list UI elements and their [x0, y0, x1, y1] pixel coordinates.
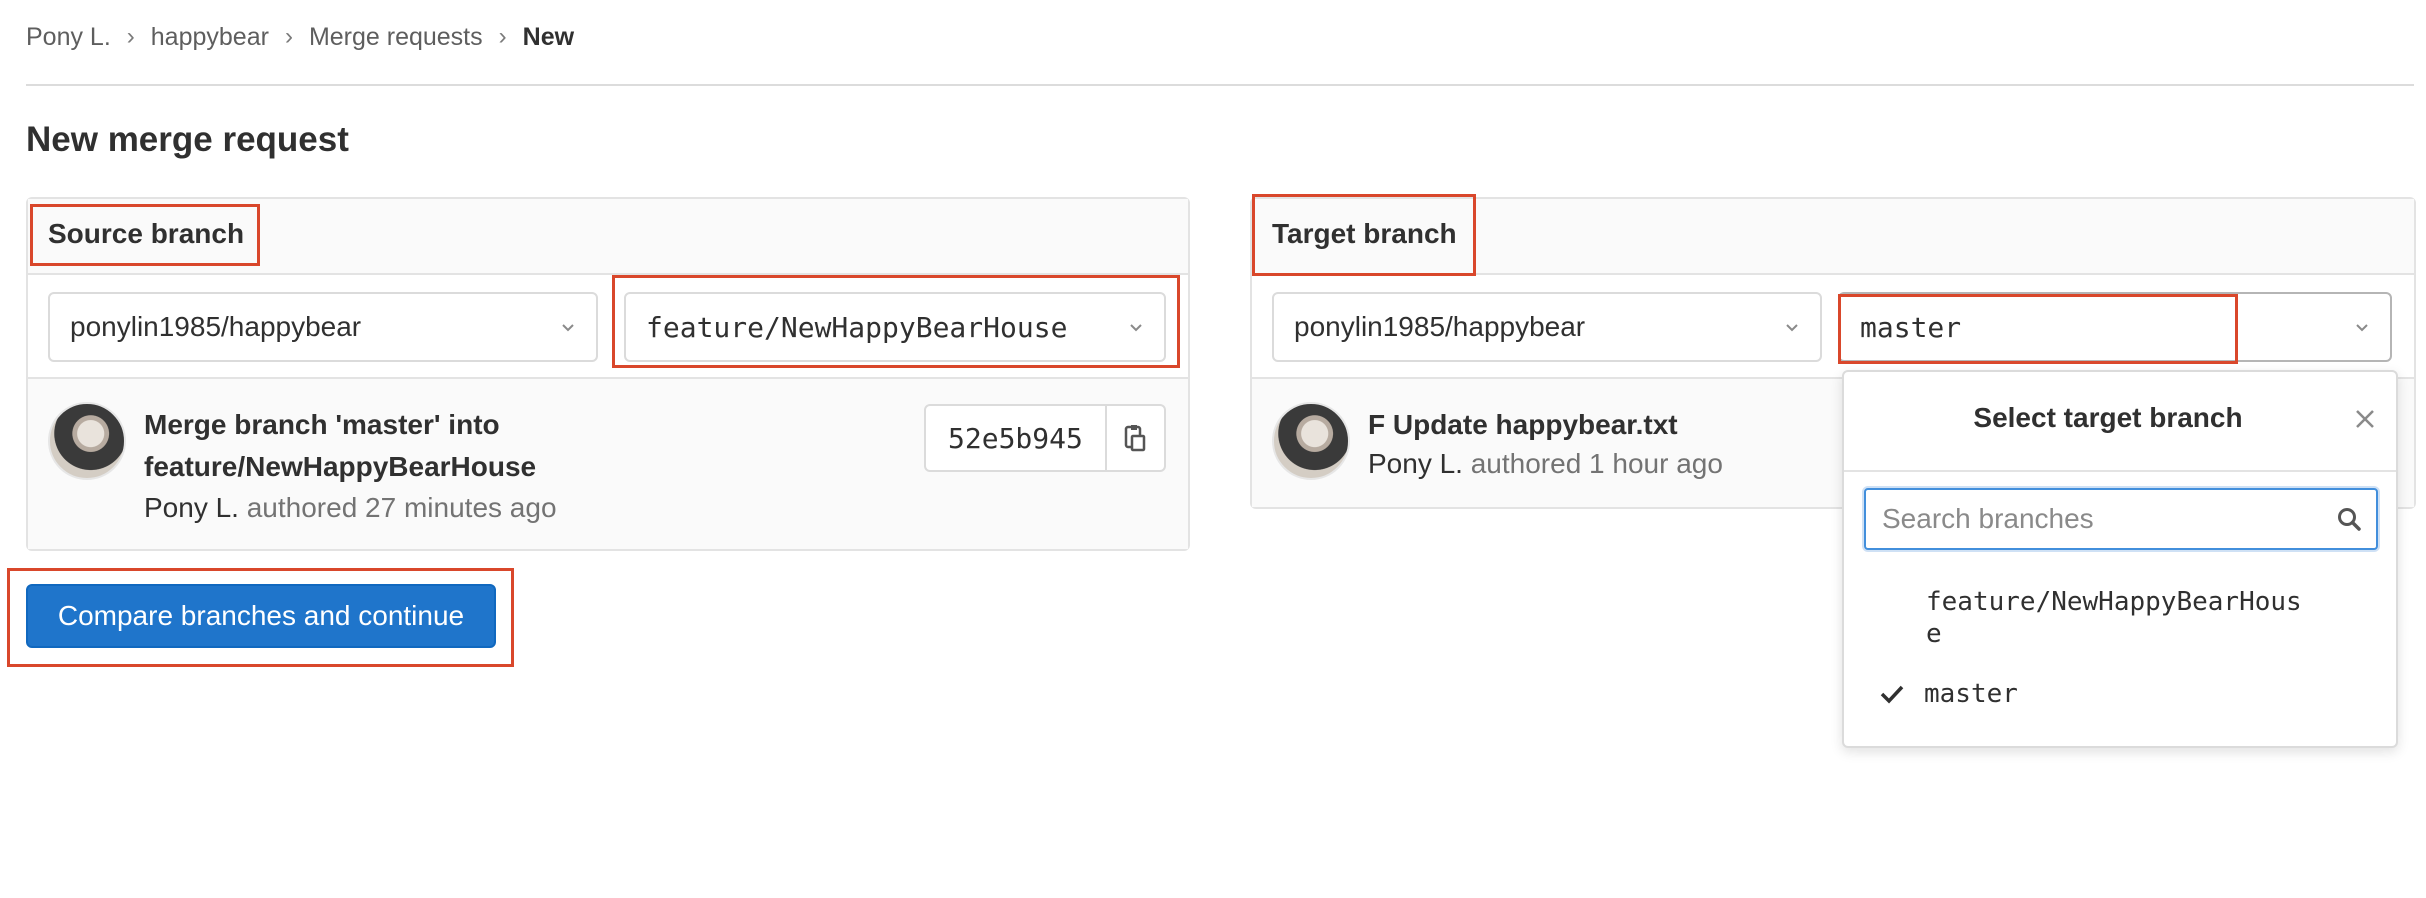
breadcrumb-current: New: [522, 22, 575, 51]
dropdown-divider: [1844, 470, 2396, 472]
chevron-down-icon: [2356, 324, 2368, 332]
source-commit-author[interactable]: Pony L.: [144, 492, 239, 523]
source-commit-title-line2: feature/NewHappyBearHouse: [144, 451, 537, 482]
page-title: New merge request: [26, 120, 349, 159]
dropdown-option-label: master: [1924, 679, 2018, 709]
copy-sha-button[interactable]: [1107, 406, 1164, 470]
header-divider: [26, 84, 2414, 86]
compare-button-highlight: [7, 568, 514, 667]
avatar: [1272, 402, 1350, 480]
commit-sha[interactable]: 52e5b945: [926, 406, 1107, 470]
target-branch-highlight: [1838, 294, 2238, 364]
dropdown-option-line: feature/NewHappyBearHous: [1926, 587, 2302, 617]
source-commit-meta: Pony L. authored 27 minutes ago: [144, 492, 557, 524]
source-commit-time: authored 27 minutes ago: [246, 492, 557, 523]
avatar: [48, 402, 126, 480]
branch-search-input[interactable]: [1880, 502, 2336, 536]
commit-sha-group: 52e5b945: [924, 404, 1166, 472]
source-commit-title[interactable]: Merge branch 'master' into feature/NewHa…: [144, 404, 844, 488]
breadcrumb-item-project[interactable]: happybear: [151, 23, 269, 52]
chevron-right-icon: ›: [498, 23, 507, 50]
chevron-down-icon: [1786, 324, 1798, 332]
target-commit-meta: Pony L. authored 1 hour ago: [1368, 448, 1723, 480]
dropdown-option-line: e: [1926, 619, 1942, 649]
copy-icon: [1125, 425, 1146, 452]
dropdown-title: Select target branch: [1973, 402, 2243, 433]
breadcrumb-item-user[interactable]: Pony L.: [26, 23, 111, 52]
close-icon: [2356, 410, 2374, 428]
target-branch-dropdown: Select target branch feature/NewHappyBea…: [1842, 370, 2398, 748]
search-icon: [2338, 508, 2361, 531]
target-project-select[interactable]: ponylin1985/happybear: [1272, 292, 1822, 362]
target-commit-time: authored 1 hour ago: [1470, 448, 1723, 479]
target-heading-highlight: [1252, 194, 1476, 276]
source-project-value: ponylin1985/happybear: [70, 311, 362, 342]
chevron-right-icon: ›: [126, 23, 135, 50]
breadcrumb-item-merge-requests[interactable]: Merge requests: [309, 23, 483, 52]
source-branch-highlight: [612, 275, 1180, 368]
dropdown-option-master[interactable]: master: [1866, 674, 2366, 714]
target-commit-title[interactable]: F Update happybear.txt: [1368, 404, 1678, 446]
dropdown-option-feature[interactable]: feature/NewHappyBearHous e: [1926, 586, 2366, 650]
source-commit-title-line1: Merge branch 'master' into: [144, 409, 500, 440]
close-dropdown-button[interactable]: [2348, 402, 2382, 436]
target-commit-author[interactable]: Pony L.: [1368, 448, 1463, 479]
chevron-right-icon: ›: [284, 23, 293, 50]
chevron-down-icon: [562, 324, 574, 332]
target-project-value: ponylin1985/happybear: [1294, 311, 1586, 342]
breadcrumb: Pony L. › happybear › Merge requests › N…: [26, 20, 574, 54]
source-project-select[interactable]: ponylin1985/happybear: [48, 292, 598, 362]
branch-search-field[interactable]: [1864, 488, 2378, 550]
check-icon: [1880, 685, 1904, 704]
source-heading-highlight: [30, 204, 260, 266]
